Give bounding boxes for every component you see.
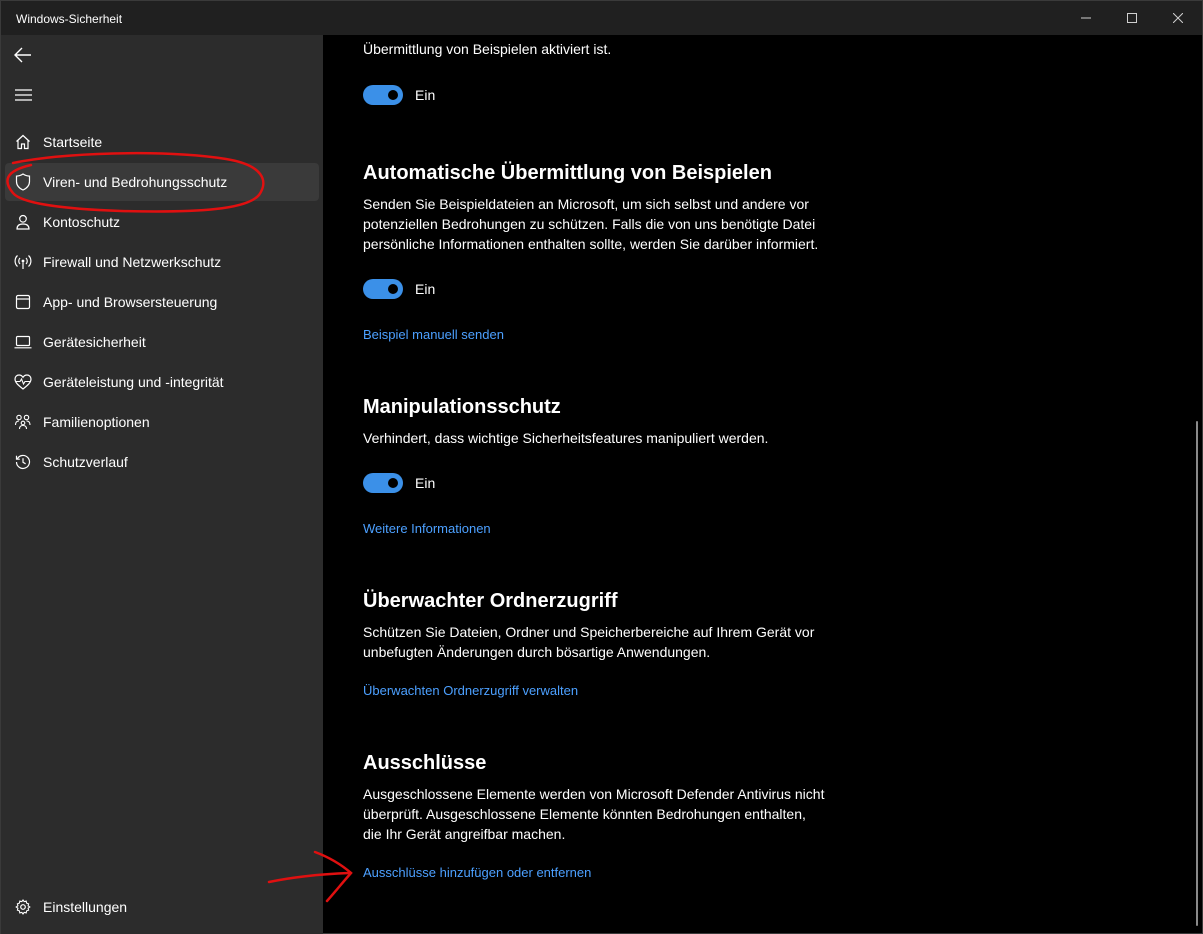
sidebar-item-label: Firewall und Netzwerkschutz [43, 254, 222, 270]
sidebar-item-viren-bedrohungsschutz[interactable]: Viren- und Bedrohungsschutz [5, 163, 319, 201]
minimize-icon [1081, 17, 1091, 19]
sidebar-item-geraetesicherheit[interactable]: Gerätesicherheit [5, 323, 319, 361]
window-title: Windows-Sicherheit [16, 12, 123, 26]
maximize-button[interactable] [1109, 1, 1155, 35]
hamburger-menu-button[interactable] [5, 77, 41, 113]
cloud-protection-toggle-row: Ein [363, 84, 435, 106]
description-line: Ausgeschlossene Elemente werden von Micr… [363, 786, 825, 802]
tamper-protection-description: Verhindert, dass wichtige Sicherheitsfea… [363, 428, 863, 448]
close-button[interactable] [1155, 1, 1201, 35]
description-line: Verhindert, dass wichtige Sicherheitsfea… [363, 430, 769, 446]
description-line: Schützen Sie Dateien, Ordner und Speiche… [363, 624, 815, 640]
more-info-link[interactable]: Weitere Informationen [363, 520, 491, 538]
exclusions-description: Ausgeschlossene Elemente werden von Micr… [363, 784, 863, 844]
browser-window-icon [5, 283, 41, 321]
sidebar: Startseite Viren- und Bedrohungsschutz K… [1, 35, 323, 934]
maximize-icon [1127, 13, 1137, 23]
title-bar: Windows-Sicherheit [1, 1, 1202, 35]
sidebar-item-einstellungen[interactable]: Einstellungen [5, 888, 319, 926]
sidebar-item-geraeteleistung[interactable]: Geräteleistung und -integrität [5, 363, 319, 401]
exclusions-heading: Ausschlüsse [363, 752, 487, 774]
app-window: Windows-Sicherheit Startseite Viren- und… [0, 0, 1203, 934]
description-line: die Ihr Gerät angreifbar machen. [363, 826, 566, 842]
auto-sample-heading: Automatische Übermittlung von Beispielen [363, 162, 772, 184]
add-remove-exclusions-link[interactable]: Ausschlüsse hinzufügen oder entfernen [363, 864, 591, 882]
home-icon [5, 123, 41, 161]
shield-icon [5, 163, 41, 201]
sidebar-item-familienoptionen[interactable]: Familienoptionen [5, 403, 319, 441]
back-button[interactable] [5, 37, 41, 73]
tamper-protection-toggle[interactable] [363, 473, 403, 493]
sidebar-item-label: Viren- und Bedrohungsschutz [43, 174, 228, 190]
hamburger-icon [14, 89, 32, 101]
folder-access-description: Schützen Sie Dateien, Ordner und Speiche… [363, 622, 863, 662]
section-fragment-text: Übermittlung von Beispielen aktiviert is… [363, 41, 612, 57]
sidebar-item-label: Gerätesicherheit [43, 334, 146, 350]
gear-icon [5, 888, 41, 926]
toggle-state-label: Ein [415, 281, 436, 297]
vertical-scrollbar[interactable] [1196, 421, 1198, 926]
folder-access-heading: Überwachter Ordnerzugriff [363, 590, 618, 612]
sidebar-item-firewall[interactable]: Firewall und Netzwerkschutz [5, 243, 319, 281]
tamper-protection-toggle-row: Ein [363, 472, 435, 494]
sidebar-item-kontoschutz[interactable]: Kontoschutz [5, 203, 319, 241]
toggle-state-label: Ein [415, 475, 436, 491]
laptop-icon [5, 323, 41, 361]
wifi-antenna-icon [5, 243, 41, 281]
minimize-button[interactable] [1063, 1, 1109, 35]
person-icon [5, 203, 41, 241]
auto-sample-toggle-row: Ein [363, 278, 435, 300]
sidebar-item-schutzverlauf[interactable]: Schutzverlauf [5, 443, 319, 481]
sidebar-item-label: Startseite [43, 134, 103, 150]
toggle-state-label: Ein [415, 87, 436, 103]
manage-folder-access-link[interactable]: Überwachten Ordnerzugriff verwalten [363, 682, 578, 700]
tamper-protection-heading: Manipulationsschutz [363, 396, 561, 418]
description-line: persönliche Informationen enthalten soll… [363, 236, 819, 252]
sidebar-item-app-browser[interactable]: App- und Browsersteuerung [5, 283, 319, 321]
family-icon [5, 403, 41, 441]
description-line: überprüft. Ausgeschlossene Elemente könn… [363, 806, 806, 822]
main-content: Übermittlung von Beispielen aktiviert is… [323, 35, 1196, 934]
history-icon [5, 443, 41, 481]
submit-sample-link[interactable]: Beispiel manuell senden [363, 326, 504, 344]
heart-pulse-icon [5, 363, 41, 401]
sidebar-item-startseite[interactable]: Startseite [5, 123, 319, 161]
cloud-protection-toggle[interactable] [363, 85, 403, 105]
auto-sample-toggle[interactable] [363, 279, 403, 299]
description-line: Senden Sie Beispieldateien an Microsoft,… [363, 196, 809, 212]
auto-sample-description: Senden Sie Beispieldateien an Microsoft,… [363, 194, 863, 254]
sidebar-item-label: Schutzverlauf [43, 454, 128, 470]
description-line: unbefugten Änderungen durch bösartige An… [363, 644, 711, 660]
description-line: potenziellen Bedrohungen zu schützen. Fa… [363, 216, 816, 232]
sidebar-item-label: Familienoptionen [43, 414, 150, 430]
sidebar-item-label: Einstellungen [43, 899, 128, 915]
sidebar-item-label: App- und Browsersteuerung [43, 294, 218, 310]
back-arrow-icon [14, 47, 31, 63]
close-icon [1173, 13, 1183, 23]
sidebar-item-label: Kontoschutz [43, 214, 121, 230]
sidebar-item-label: Geräteleistung und -integrität [43, 374, 224, 390]
